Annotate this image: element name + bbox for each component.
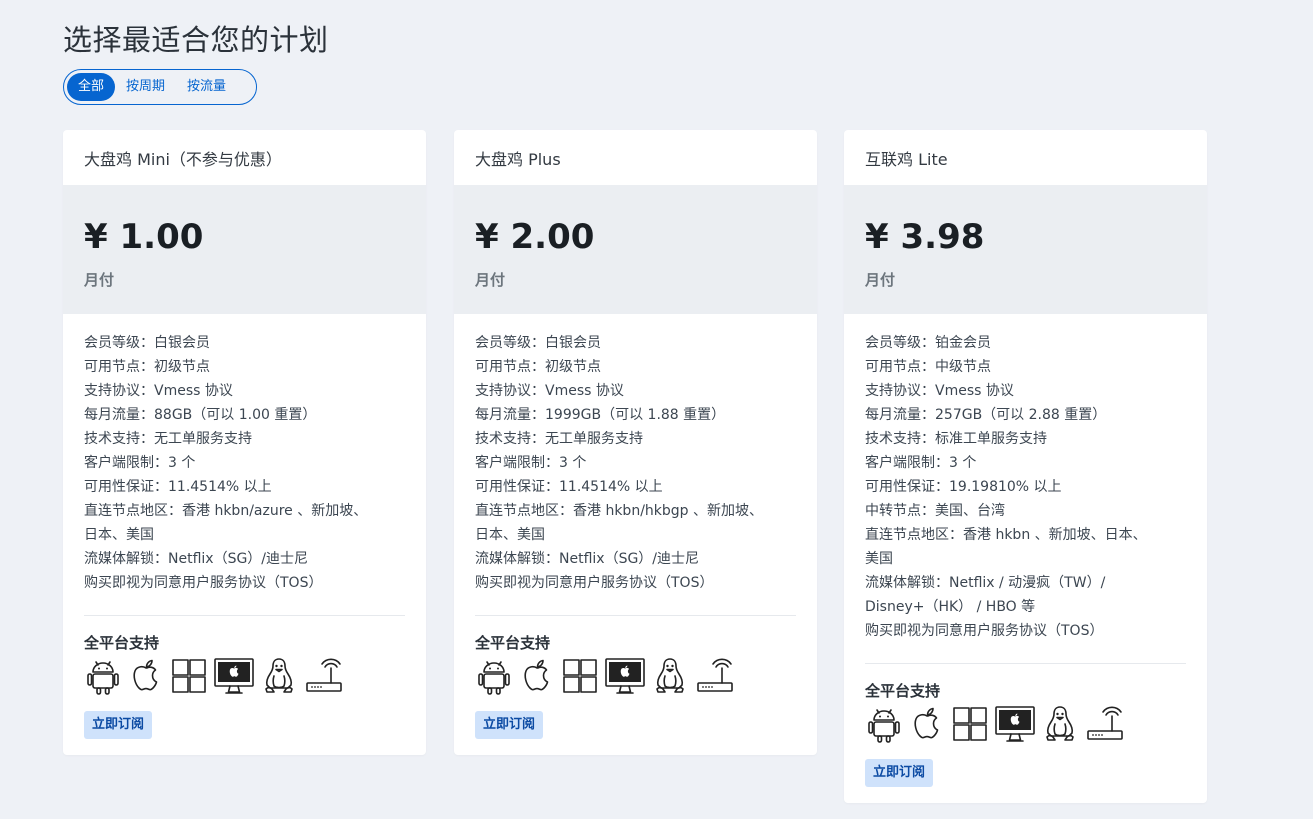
feature-item: 直连节点地区：香港 hkbn/hkbgp 、新加坡、	[475, 503, 763, 519]
plan-price: ¥ 2.00	[475, 217, 595, 257]
plan-card-mini: 大盘鸡 Mini（不参与优惠） ¥ 1.00 月付 会员等级：白银会员 可用节点…	[63, 130, 426, 755]
feature-item: 流媒体解锁：Netflix / 动漫疯（TW）/	[865, 575, 1106, 591]
feature-item: 客户端限制：3 个	[865, 455, 977, 471]
feature-item: 支持协议：Vmess 协议	[84, 383, 233, 399]
feature-item: 技术支持：标准工单服务支持	[865, 431, 1047, 447]
subscribe-button[interactable]: 立即订阅	[475, 711, 544, 739]
feature-item: 客户端限制：3 个	[475, 455, 587, 471]
feature-item: 购买即视为同意用户服务协议（TOS）	[84, 575, 323, 591]
router-icon	[694, 656, 736, 696]
feature-item: 每月流量：257GB（可以 2.88 重置）	[865, 407, 1107, 423]
plan-period: 月付	[84, 271, 115, 289]
feature-item: 每月流量：1999GB（可以 1.88 重置）	[475, 407, 726, 423]
windows-icon	[561, 656, 599, 696]
feature-item: 直连节点地区：香港 hkbn 、新加坡、日本、	[865, 527, 1147, 543]
platform-support-title: 全平台支持	[475, 634, 551, 652]
feature-item: 美国	[865, 551, 893, 567]
platform-support-title: 全平台支持	[84, 634, 160, 652]
feature-item: 流媒体解锁：Netflix（SG）/迪士尼	[475, 551, 700, 567]
feature-item: 购买即视为同意用户服务协议（TOS）	[475, 575, 714, 591]
android-icon	[865, 704, 903, 744]
feature-item: 技术支持：无工单服务支持	[84, 431, 252, 447]
plan-price: ¥ 3.98	[865, 217, 985, 257]
feature-item: 可用节点：中级节点	[865, 359, 991, 375]
plan-price: ¥ 1.00	[84, 217, 204, 257]
feature-item: 可用节点：初级节点	[84, 359, 210, 375]
macos-imac-icon	[994, 704, 1036, 744]
subscribe-button[interactable]: 立即订阅	[84, 711, 153, 739]
feature-list: 会员等级：白银会员 可用节点：初级节点 支持协议：Vmess 协议 每月流量：1…	[454, 314, 817, 595]
platform-icons	[865, 704, 1186, 744]
linux-tux-icon	[1041, 704, 1079, 744]
feature-list: 会员等级：白银会员 可用节点：初级节点 支持协议：Vmess 协议 每月流量：8…	[63, 314, 426, 595]
feature-item: 购买即视为同意用户服务协议（TOS）	[865, 623, 1104, 639]
feature-item: 可用性保证：11.4514% 以上	[84, 479, 272, 495]
feature-item: 每月流量：88GB（可以 1.00 重置）	[84, 407, 317, 423]
apple-icon	[518, 656, 556, 696]
plan-filter-group: 全部 按周期 按流量	[63, 69, 257, 105]
feature-item: 流媒体解锁：Netflix（SG）/迪士尼	[84, 551, 309, 567]
router-icon	[1084, 704, 1126, 744]
price-block: ¥ 2.00 月付	[454, 185, 817, 314]
feature-item: 会员等级：铂金会员	[865, 335, 991, 351]
plan-name: 互联鸡 Lite	[865, 149, 948, 169]
platform-icons	[84, 656, 405, 696]
windows-icon	[170, 656, 208, 696]
feature-item: 直连节点地区：香港 hkbn/azure 、新加坡、	[84, 503, 368, 519]
plan-period: 月付	[865, 271, 896, 289]
plan-card-lite: 互联鸡 Lite ¥ 3.98 月付 会员等级：铂金会员 可用节点：中级节点 支…	[844, 130, 1207, 803]
apple-icon	[908, 704, 946, 744]
filter-by-period-button[interactable]: 按周期	[115, 73, 176, 101]
feature-item: 中转节点：美国、台湾	[865, 503, 1005, 519]
plan-name: 大盘鸡 Plus	[475, 149, 561, 169]
android-icon	[475, 656, 513, 696]
platform-icons	[475, 656, 796, 696]
filter-all-button[interactable]: 全部	[67, 73, 116, 101]
linux-tux-icon	[260, 656, 298, 696]
macos-imac-icon	[213, 656, 255, 696]
page-title: 选择最适合您的计划	[63, 23, 329, 57]
filter-by-traffic-button[interactable]: 按流量	[176, 73, 237, 101]
feature-item: 可用性保证：11.4514% 以上	[475, 479, 663, 495]
plan-period: 月付	[475, 271, 506, 289]
feature-item: Disney+（HK） / HBO 等	[865, 599, 1036, 615]
feature-item: 技术支持：无工单服务支持	[475, 431, 643, 447]
feature-item: 会员等级：白银会员	[84, 335, 210, 351]
plan-name: 大盘鸡 Mini（不参与优惠）	[84, 149, 282, 169]
price-block: ¥ 1.00 月付	[63, 185, 426, 314]
platform-support-title: 全平台支持	[865, 682, 941, 700]
price-block: ¥ 3.98 月付	[844, 185, 1207, 314]
feature-item: 日本、美国	[475, 527, 545, 543]
feature-item: 支持协议：Vmess 协议	[475, 383, 624, 399]
subscribe-button[interactable]: 立即订阅	[865, 759, 934, 787]
feature-item: 可用节点：初级节点	[475, 359, 601, 375]
android-icon	[84, 656, 122, 696]
windows-icon	[951, 704, 989, 744]
feature-item: 客户端限制：3 个	[84, 455, 196, 471]
feature-item: 会员等级：白银会员	[475, 335, 601, 351]
router-icon	[303, 656, 345, 696]
apple-icon	[127, 656, 165, 696]
linux-tux-icon	[651, 656, 689, 696]
feature-list: 会员等级：铂金会员 可用节点：中级节点 支持协议：Vmess 协议 每月流量：2…	[844, 314, 1207, 643]
feature-item: 支持协议：Vmess 协议	[865, 383, 1014, 399]
feature-item: 日本、美国	[84, 527, 154, 543]
feature-item: 可用性保证：19.19810% 以上	[865, 479, 1062, 495]
plan-card-plus: 大盘鸡 Plus ¥ 2.00 月付 会员等级：白银会员 可用节点：初级节点 支…	[454, 130, 817, 755]
macos-imac-icon	[604, 656, 646, 696]
